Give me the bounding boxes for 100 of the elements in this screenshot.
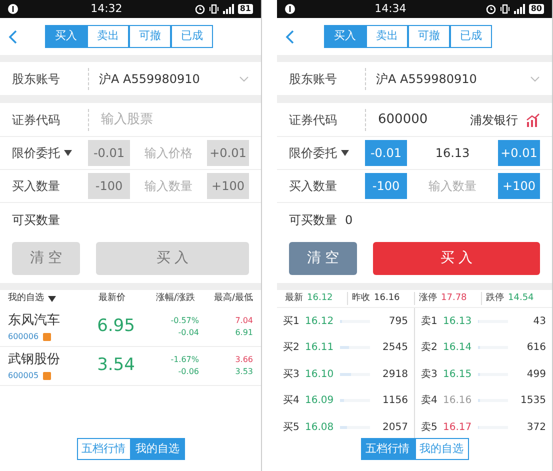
field-label: 证券代码 bbox=[289, 112, 338, 128]
plus-button[interactable]: +0.01 bbox=[207, 140, 249, 166]
field-label: 股东账号 bbox=[289, 70, 338, 88]
price-change: -0.04 bbox=[178, 327, 199, 339]
plus-button[interactable]: +0.01 bbox=[498, 140, 540, 166]
chevron-down-icon bbox=[239, 76, 249, 82]
plus-button[interactable]: +100 bbox=[498, 173, 540, 199]
order-volume: 2057 bbox=[382, 420, 408, 435]
quote-value: 14.54 bbox=[508, 292, 534, 305]
percent-change: -0.57% bbox=[170, 315, 199, 327]
high-price: 3.66 bbox=[235, 354, 253, 366]
toggle-tab[interactable]: 我的自选 bbox=[130, 438, 184, 460]
account-value: 沪A A559980910 bbox=[376, 70, 478, 88]
quote-value: 16.16 bbox=[374, 292, 400, 305]
toggle-tab[interactable]: 我的自选 bbox=[414, 438, 468, 460]
caret-icon bbox=[48, 296, 56, 302]
order-volume: 2918 bbox=[382, 368, 408, 382]
order-volume: 2545 bbox=[382, 341, 408, 356]
notification-icon bbox=[285, 4, 295, 14]
back-button[interactable] bbox=[8, 30, 18, 44]
column-header: 最新价 bbox=[98, 292, 126, 306]
stock-name: 武钢股份 bbox=[8, 351, 61, 370]
field-label: 可买数量 bbox=[289, 212, 337, 229]
quote-value: 17.78 bbox=[441, 292, 467, 305]
order-price: 16.10 bbox=[305, 368, 335, 382]
plus-button[interactable]: +100 bbox=[207, 173, 249, 199]
field-label: 买入数量 bbox=[12, 178, 60, 195]
buy-button[interactable]: 买 入 bbox=[96, 242, 249, 275]
order-volume: 372 bbox=[526, 420, 546, 435]
minus-button[interactable]: -0.01 bbox=[365, 140, 407, 166]
order-price: 16.13 bbox=[443, 314, 473, 329]
clear-button[interactable]: 清 空 bbox=[12, 242, 80, 275]
stock-price: 3.54 bbox=[96, 354, 136, 378]
tab[interactable]: 已成 bbox=[171, 25, 213, 48]
vibrate-icon bbox=[208, 4, 219, 14]
quote-label: 最新 bbox=[285, 292, 303, 305]
order-level: 买5 bbox=[283, 420, 300, 435]
column-header: 我的自选 bbox=[8, 292, 44, 306]
quote-value: 16.12 bbox=[307, 292, 333, 305]
alarm-icon bbox=[486, 4, 496, 14]
stock-price: 6.95 bbox=[96, 315, 136, 338]
stock-code: 600006 bbox=[8, 330, 39, 343]
tab[interactable]: 卖出 bbox=[87, 25, 129, 48]
tab[interactable]: 可撤 bbox=[129, 25, 171, 48]
minus-button[interactable]: -100 bbox=[365, 173, 407, 199]
alarm-icon bbox=[194, 4, 205, 14]
status-time: 14:34 bbox=[374, 0, 408, 17]
chart-icon bbox=[526, 112, 540, 126]
field-label: 可买数量 bbox=[12, 212, 60, 229]
minus-button[interactable]: -0.01 bbox=[88, 140, 130, 166]
tab[interactable]: 已成 bbox=[450, 25, 492, 48]
order-level: 卖5 bbox=[421, 420, 438, 435]
stock-name: 东风汽车 bbox=[8, 312, 61, 330]
battery-level: 81 bbox=[238, 4, 253, 14]
chevron-down-icon bbox=[530, 76, 540, 82]
status-time: 14:32 bbox=[90, 0, 124, 17]
order-price: 16.17 bbox=[443, 420, 473, 435]
order-level: 买3 bbox=[283, 368, 300, 382]
badge-icon bbox=[42, 332, 51, 341]
back-button[interactable] bbox=[285, 30, 295, 44]
order-type-dropdown[interactable]: 限价委托 bbox=[289, 144, 349, 162]
quote-label: 昨收 bbox=[352, 292, 370, 305]
order-level: 卖2 bbox=[421, 340, 438, 356]
column-header: 最高/最低 bbox=[212, 292, 253, 306]
order-level: 卖3 bbox=[421, 368, 438, 382]
order-price: 16.14 bbox=[443, 341, 473, 356]
buy-button[interactable]: 买 入 bbox=[373, 242, 540, 275]
notification-icon bbox=[8, 4, 18, 14]
signal-icon bbox=[222, 4, 234, 14]
order-volume: 1156 bbox=[382, 394, 408, 408]
stock-code: 600005 bbox=[8, 370, 39, 382]
order-volume: 795 bbox=[388, 314, 408, 329]
order-price: 16.09 bbox=[305, 394, 335, 408]
caret-icon bbox=[64, 150, 72, 156]
tab[interactable]: 可撤 bbox=[408, 25, 450, 48]
minus-button[interactable]: -100 bbox=[88, 173, 130, 199]
tab[interactable]: 买入 bbox=[324, 25, 366, 48]
back-icon bbox=[8, 30, 18, 44]
caret-icon bbox=[341, 150, 349, 156]
low-price: 6.91 bbox=[235, 327, 253, 339]
field-label: 证券代码 bbox=[12, 112, 61, 128]
field-label: 买入数量 bbox=[289, 178, 337, 195]
back-icon bbox=[285, 30, 295, 44]
tab[interactable]: 买入 bbox=[45, 25, 87, 48]
clear-button[interactable]: 清 空 bbox=[289, 242, 357, 275]
order-level: 买1 bbox=[283, 314, 300, 329]
order-volume: 43 bbox=[532, 314, 546, 329]
account-value: 沪A A559980910 bbox=[99, 70, 201, 88]
order-type-dropdown[interactable]: 限价委托 bbox=[12, 144, 72, 162]
signal-icon bbox=[514, 4, 525, 14]
order-volume: 616 bbox=[526, 341, 546, 356]
high-price: 7.04 bbox=[235, 315, 253, 327]
toggle-tab[interactable]: 五档行情 bbox=[76, 438, 130, 460]
price-change: -0.06 bbox=[178, 366, 199, 378]
field-label: 股东账号 bbox=[12, 70, 61, 88]
order-price: 16.15 bbox=[443, 368, 473, 382]
order-price: 16.08 bbox=[305, 420, 335, 435]
order-level: 买4 bbox=[283, 394, 300, 408]
toggle-tab[interactable]: 五档行情 bbox=[360, 438, 414, 460]
tab[interactable]: 卖出 bbox=[366, 25, 408, 48]
